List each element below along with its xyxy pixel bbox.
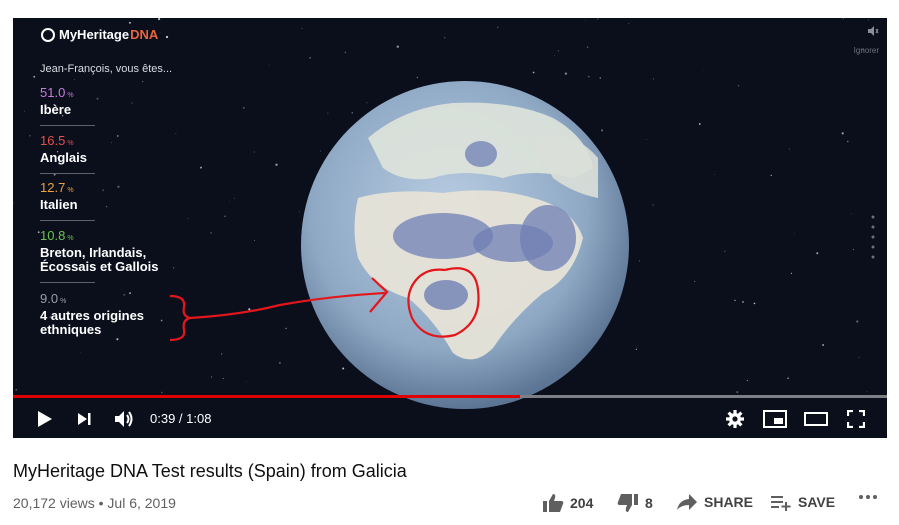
ethnicity-name: Breton, Irlandais, — [40, 245, 147, 260]
scroll-dots-icon — [871, 215, 875, 259]
ethnicity-percent-unit: % — [67, 235, 74, 242]
ethnicity-item: 16.5% Anglais — [40, 134, 190, 174]
time-display: 0:39 / 1:08 — [150, 411, 212, 426]
fullscreen-button[interactable] — [844, 408, 868, 430]
miniplayer-icon — [763, 410, 787, 428]
like-button[interactable]: 204 — [542, 493, 593, 513]
brand-name: MyHeritage — [59, 27, 130, 42]
ethnicity-name: Écossais et Gallois — [40, 259, 159, 274]
ethnicity-percent-unit: % — [67, 140, 74, 147]
volume-icon — [115, 411, 133, 427]
like-count: 204 — [570, 495, 594, 511]
share-label: SHARE — [704, 494, 754, 510]
ethnicity-percent-value: 9.0 — [40, 291, 59, 306]
theater-button[interactable] — [802, 408, 830, 430]
ethnicity-percent: 51.0% — [40, 86, 190, 103]
save-label: SAVE — [798, 494, 836, 510]
ethnicity-percent: 10.8% — [40, 229, 190, 246]
ethnicity-divider — [40, 125, 95, 126]
player-controls: 0:39 / 1:08 — [13, 400, 887, 438]
dislike-count: 8 — [645, 495, 653, 511]
ethnicity-percent-unit: % — [60, 298, 67, 305]
ethnicity-item: 12.7% Italien — [40, 181, 190, 221]
thumbs-down-icon — [617, 494, 638, 512]
speaker-mute-icon[interactable] — [867, 26, 879, 36]
video-title: MyHeritage DNA Test results (Spain) from… — [13, 461, 407, 481]
ethnicity-percent: 16.5% — [40, 134, 190, 151]
globe-image — [301, 81, 629, 409]
play-icon — [38, 411, 52, 427]
ethnicity-percent: 12.7% — [40, 181, 190, 198]
ethnicity-percent-value: 51.0 — [40, 85, 66, 100]
ethnicity-percent-value: 16.5 — [40, 133, 66, 148]
share-icon — [677, 494, 697, 510]
miniplayer-button[interactable] — [762, 408, 788, 430]
meta-separator: • — [98, 495, 104, 511]
video-meta: 20,172 views • Jul 6, 2019 — [13, 495, 176, 511]
ignore-label[interactable]: Ignorer — [854, 46, 879, 55]
upload-date: Jul 6, 2019 — [107, 495, 176, 511]
next-button[interactable] — [73, 408, 95, 430]
ethnicity-name: Ibère — [40, 102, 72, 117]
fullscreen-icon — [847, 410, 865, 428]
ethnicity-divider — [40, 220, 95, 221]
dislike-button[interactable]: 8 — [617, 493, 653, 513]
video-player[interactable]: MyHeritage DNA Jean-François, vous êtes..… — [13, 18, 887, 438]
more-actions-button[interactable] — [857, 493, 879, 501]
volume-button[interactable] — [111, 408, 137, 430]
gear-icon — [726, 410, 744, 428]
view-count: 20,172 views — [13, 495, 95, 511]
play-button[interactable] — [33, 408, 55, 430]
ethnicity-divider — [40, 173, 95, 174]
ethnicity-percent-value: 10.8 — [40, 228, 66, 243]
thumbs-up-icon — [543, 494, 564, 512]
progress-played — [13, 395, 520, 398]
ethnicity-percent: 9.0% — [40, 292, 190, 309]
theater-icon — [804, 412, 828, 426]
ethnicity-name: 4 autres origines — [40, 308, 145, 323]
ethnicity-item: 9.0% 4 autres origines ethniques — [40, 292, 190, 337]
more-icon — [859, 495, 877, 499]
save-button[interactable]: SAVE — [770, 493, 835, 511]
ethnicity-name: Anglais — [40, 150, 87, 165]
ethnicity-name: Italien — [40, 197, 78, 212]
ethnicity-percent-unit: % — [67, 92, 74, 99]
ethnicity-percent-unit: % — [67, 187, 74, 194]
brand-suffix: DNA — [130, 27, 159, 42]
brand-logo: MyHeritage DNA — [41, 27, 158, 42]
ethnicity-name: ethniques — [40, 322, 102, 337]
ethnicity-item: 51.0% Ibère — [40, 86, 190, 126]
playlist-add-icon — [771, 496, 791, 511]
ethnicity-percent-value: 12.7 — [40, 180, 66, 195]
ethnicity-divider — [40, 282, 95, 283]
greeting-text: Jean-François, vous êtes... — [40, 63, 173, 75]
settings-button[interactable] — [724, 408, 746, 430]
progress-bar[interactable] — [13, 395, 887, 398]
share-button[interactable]: SHARE — [676, 493, 753, 511]
myheritage-logo-icon — [41, 27, 55, 42]
ethnicity-item: 10.8% Breton, Irlandais, Écossais et Gallo… — [40, 229, 190, 283]
next-icon — [78, 413, 91, 425]
